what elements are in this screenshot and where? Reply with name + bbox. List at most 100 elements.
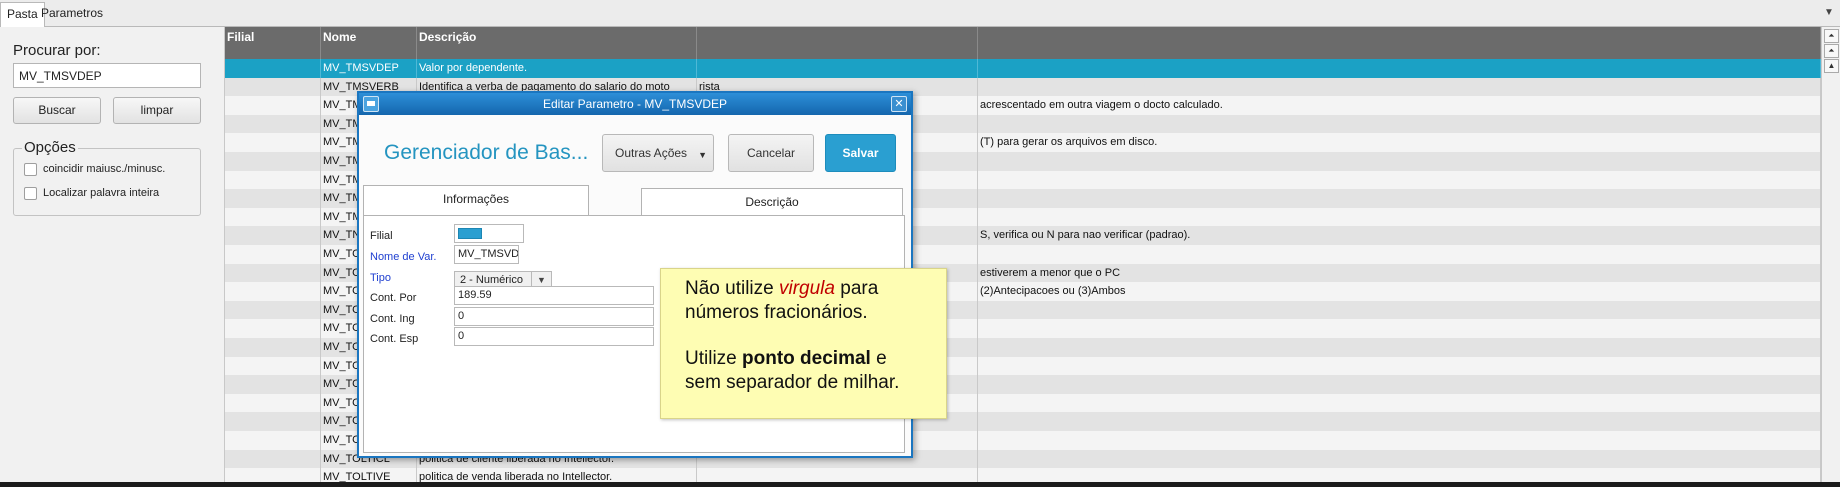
table-cell-col5 xyxy=(978,59,1821,78)
search-input[interactable] xyxy=(13,63,201,88)
table-cell-filial xyxy=(225,170,321,190)
tab-informacoes[interactable]: Informações xyxy=(363,185,589,216)
option-match-case[interactable]: coincidir maiusc./minusc. xyxy=(24,161,165,177)
dialog-titlebar[interactable]: Editar Parametro - MV_TMSVDEP ✕ xyxy=(359,93,911,115)
bottom-band xyxy=(0,482,1840,487)
tooltip-emphasis: virgula xyxy=(779,278,835,299)
tipo-value: 2 - Numérico xyxy=(460,274,523,286)
col-header-filial[interactable]: Filial xyxy=(225,27,321,59)
table-cell-filial xyxy=(225,114,321,134)
scroll-page-up-icon[interactable]: ⏶ xyxy=(1824,44,1839,58)
table-cell-col5 xyxy=(978,300,1821,320)
table-cell-filial xyxy=(225,300,321,320)
search-label: Procurar por: xyxy=(13,42,101,59)
table-cell-filial xyxy=(225,189,321,208)
table-cell-col5: (T) para gerar os arquivos em disco. xyxy=(978,133,1821,152)
table-cell-nome: MV_TOLTIVE xyxy=(321,468,417,482)
table-cell-filial xyxy=(225,338,321,357)
cont-esp-label: Cont. Esp xyxy=(370,333,419,345)
tab-bar: Pasta Parametros ▼ xyxy=(0,0,1840,27)
dialog-title: Editar Parametro - MV_TMSVDEP xyxy=(542,97,728,111)
tooltip-text: e xyxy=(870,348,887,369)
tooltip-bold: ponto decimal xyxy=(742,348,871,369)
close-icon[interactable]: ✕ xyxy=(891,96,907,112)
tab-descricao[interactable]: Descrição xyxy=(641,188,903,216)
filial-label: Filial xyxy=(370,230,393,242)
nome-var-field[interactable]: MV_TMSVDE xyxy=(454,245,519,264)
option-whole-word[interactable]: Localizar palavra inteira xyxy=(24,185,159,201)
table-cell-col5 xyxy=(978,468,1821,482)
filial-color-swatch xyxy=(458,228,482,239)
table-cell-filial xyxy=(225,468,321,482)
vertical-scrollbar[interactable]: ⏶ ⏶ ▲ xyxy=(1821,27,1840,482)
table-cell-col5 xyxy=(978,393,1821,413)
search-panel: Procurar por: Buscar limpar Opções coinc… xyxy=(0,27,225,482)
table-cell-col5 xyxy=(978,449,1821,469)
window-icon xyxy=(363,96,379,112)
checkbox-whole-word[interactable] xyxy=(24,186,37,200)
tooltip-spacer xyxy=(685,325,946,347)
col-header-nome[interactable]: Nome xyxy=(321,27,417,59)
table-cell-col5 xyxy=(978,170,1821,190)
table-cell-filial xyxy=(225,431,321,450)
scroll-top-icon[interactable]: ⏶ xyxy=(1824,29,1839,43)
limpar-button[interactable]: limpar xyxy=(113,97,201,124)
col-header-4[interactable] xyxy=(697,27,978,59)
filial-field[interactable] xyxy=(454,224,524,243)
table-row[interactable]: MV_TMSVDEP Valor por dependente. xyxy=(225,59,1821,78)
table-cell-filial xyxy=(225,152,321,171)
outras-acoes-button[interactable]: Outras Ações ▼ xyxy=(602,134,714,172)
table-cell-col5: (2)Antecipacoes ou (3)Ambos xyxy=(978,282,1821,301)
table-row[interactable]: MV_TOLTIVE politica de venda liberada no … xyxy=(225,468,1821,482)
tab-parametros[interactable]: Parametros xyxy=(35,2,109,27)
table-cell-col5: estiverem a menor que o PC xyxy=(978,263,1821,283)
tooltip-line-4: sem separador de milhar. xyxy=(685,372,900,393)
scroll-up-icon[interactable]: ▲ xyxy=(1824,59,1839,73)
table-cell-filial xyxy=(225,226,321,245)
options-group xyxy=(13,148,201,216)
table-cell-col5 xyxy=(978,431,1821,450)
tooltip-text: Não utilize xyxy=(685,278,779,299)
table-cell-filial xyxy=(225,59,321,78)
options-title: Opções xyxy=(22,139,78,156)
table-cell-col5: S, verifica ou N para nao verificar (pad… xyxy=(978,226,1821,245)
tooltip-line-1: Não utilize virgula para xyxy=(685,277,946,301)
buscar-button[interactable]: Buscar xyxy=(13,97,101,124)
table-cell-filial xyxy=(225,245,321,264)
table-cell-desc: politica de venda liberada no Intellecto… xyxy=(417,468,697,482)
table-cell-col5 xyxy=(978,338,1821,357)
tooltip-line-2: números fracionários. xyxy=(685,302,868,323)
table-cell-filial xyxy=(225,263,321,283)
tooltip-text: para xyxy=(834,278,879,299)
tooltip-line-3: Utilize ponto decimal e xyxy=(685,347,946,371)
cont-por-field[interactable]: 189.59 xyxy=(454,286,654,305)
table-cell-col5: acrescentado em outra viagem o docto cal… xyxy=(978,96,1821,115)
table-cell-desc: Valor por dependente. xyxy=(417,59,697,78)
col-header-descricao[interactable]: Descrição xyxy=(417,27,697,59)
cont-por-label: Cont. Por xyxy=(370,292,417,304)
col-header-5[interactable] xyxy=(978,27,1821,59)
table-cell-filial xyxy=(225,282,321,301)
table-cell-col4 xyxy=(697,59,978,78)
table-cell-col5 xyxy=(978,114,1821,134)
table-cell-filial xyxy=(225,375,321,394)
table-cell-col5 xyxy=(978,77,1821,97)
tipo-label: Tipo xyxy=(370,272,391,284)
table-cell-col5 xyxy=(978,412,1821,431)
grid-header: Filial Nome Descrição xyxy=(225,27,1821,59)
table-cell-filial xyxy=(225,77,321,97)
chevron-down-icon[interactable]: ▼ xyxy=(1822,6,1836,20)
table-cell-filial xyxy=(225,393,321,413)
cont-esp-field[interactable]: 0 xyxy=(454,327,654,346)
save-button[interactable]: Salvar xyxy=(825,134,896,172)
table-cell-col5 xyxy=(978,189,1821,208)
dialog-heading: Gerenciador de Bas... xyxy=(384,141,589,164)
outras-acoes-label: Outras Ações xyxy=(615,146,688,160)
table-cell-filial xyxy=(225,319,321,338)
table-cell-col5 xyxy=(978,319,1821,338)
checkbox-match-case[interactable] xyxy=(24,162,37,176)
table-cell-nome: MV_TMSVDEP xyxy=(321,59,417,78)
cancel-button[interactable]: Cancelar xyxy=(728,134,814,172)
cont-ing-field[interactable]: 0 xyxy=(454,307,654,326)
option-match-case-label: coincidir maiusc./minusc. xyxy=(43,163,166,175)
